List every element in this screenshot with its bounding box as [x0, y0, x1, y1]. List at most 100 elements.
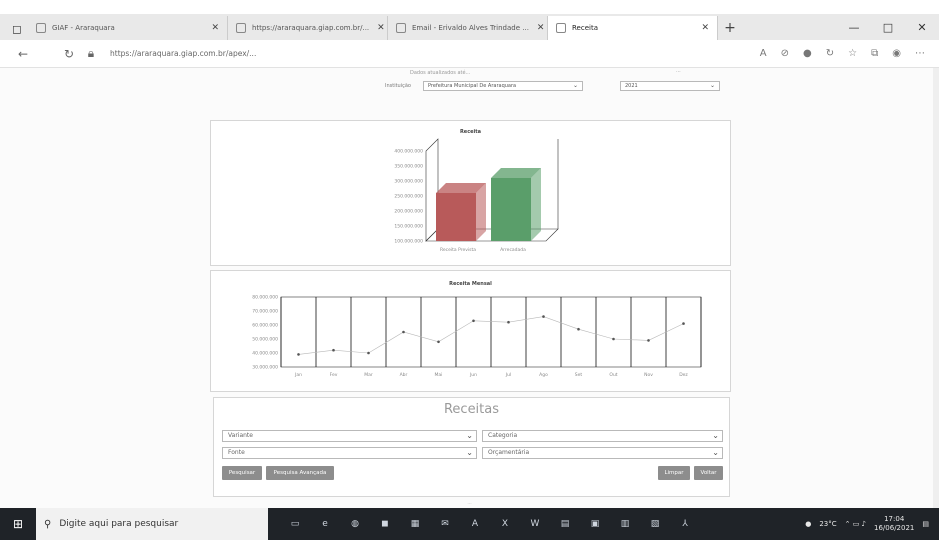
pesquisar-button[interactable]: Pesquisar — [222, 466, 262, 480]
y-tick-label: 70.000.000 — [252, 309, 278, 315]
fonte-select[interactable]: Fonte ⌄ — [222, 447, 477, 459]
select-value: Variante — [228, 432, 253, 439]
month-label: Jul — [505, 372, 511, 378]
page-icon — [36, 23, 46, 33]
chevron-down-icon: ⌄ — [712, 448, 719, 457]
app-icon[interactable]: ▧ — [646, 515, 664, 533]
select-value: Orçamentária — [488, 449, 530, 456]
y-tick-label: 350.000.000 — [394, 164, 423, 170]
read-aloud-icon[interactable]: A — [760, 48, 767, 59]
address-bar: ← ↻ 🔒︎ https://araraquara.giap.com.br/ap… — [0, 40, 939, 68]
tab-url[interactable]: https://araraquara.giap.com.br/... ✕ — [228, 16, 388, 40]
excel-icon[interactable]: X — [496, 515, 514, 533]
app-icon[interactable]: ⅄ — [676, 515, 694, 533]
y-tick-label: 50.000.000 — [252, 337, 278, 343]
maximize-button[interactable]: □ — [871, 21, 905, 34]
month-label: Dez — [679, 372, 688, 378]
limpar-button[interactable]: Limpar — [658, 466, 690, 480]
instituicao-value: Prefeitura Municipal De Araraquara — [428, 83, 517, 89]
search-icon: ⚲ — [44, 518, 52, 530]
close-tab-icon[interactable]: ✕ — [369, 23, 385, 33]
browser-tab-bar: ◻ GIAF - Araraquara ✕ https://araraquara… — [0, 14, 939, 40]
categoria-select[interactable]: Categoria ⌄ — [482, 430, 723, 442]
close-window-button[interactable]: ✕ — [905, 21, 939, 34]
voltar-button[interactable]: Voltar — [694, 466, 723, 480]
mail-icon[interactable]: ✉ — [436, 515, 454, 533]
data-point — [542, 315, 545, 318]
app-icon[interactable]: ▦ — [406, 515, 424, 533]
tracking-icon[interactable]: ⊘ — [781, 48, 789, 59]
variante-select[interactable]: Variante ⌄ — [222, 430, 477, 442]
close-tab-icon[interactable]: ✕ — [203, 23, 219, 33]
page-icon — [236, 23, 246, 33]
toolbar-icons: A ⊘ ● ↻ ☆ ⧉ ◉ ⋯ — [760, 48, 939, 59]
y-tick-label: 250.000.000 — [394, 194, 423, 200]
extension-icon[interactable]: ● — [803, 48, 812, 59]
y-tick-label: 150.000.000 — [394, 224, 423, 230]
tab-title: Receita — [572, 24, 598, 32]
taskbar-apps: ▭ e ◍ ◼ ▦ ✉ A X W ▤ ▣ ▥ ▧ ⅄ — [286, 515, 694, 533]
refresh-page-icon[interactable]: ↻ — [826, 48, 834, 59]
month-label: Mar — [364, 372, 373, 378]
refresh-icon[interactable]: ↻ — [58, 47, 80, 61]
pesquisa-avancada-button[interactable]: Pesquisa Avançada — [266, 466, 334, 480]
collections-icon[interactable]: ⧉ — [871, 48, 878, 59]
tab-email[interactable]: Email - Erivaldo Alves Trindade ... ✕ — [388, 16, 548, 40]
chevron-down-icon: ⌄ — [712, 431, 719, 440]
mail-icon — [396, 23, 406, 33]
data-point — [332, 348, 335, 352]
chevron-down-icon: ⌄ — [709, 82, 715, 89]
new-tab-button[interactable]: + — [718, 16, 742, 40]
minimize-button[interactable]: — — [837, 21, 871, 34]
taskbar-search[interactable]: ⚲ Digite aqui para pesquisar — [36, 508, 268, 540]
data-point — [612, 337, 615, 341]
close-tab-icon[interactable]: ✕ — [529, 23, 545, 33]
data-point — [437, 340, 440, 344]
app-icon[interactable]: ▤ — [556, 515, 574, 533]
y-tick-label: 300.000.000 — [394, 179, 423, 185]
app-icon[interactable]: A — [466, 515, 484, 533]
ano-select[interactable]: 2021 ⌄ — [620, 81, 720, 91]
close-tab-icon[interactable]: ✕ — [693, 23, 709, 33]
x-tick-label: Receita Prevista — [440, 247, 476, 253]
scrollbar[interactable] — [933, 68, 939, 508]
data-point — [402, 330, 405, 334]
month-label: Set — [575, 372, 583, 378]
data-point — [297, 353, 300, 356]
ano-value: 2021 — [625, 83, 638, 89]
tab-actions-icon[interactable]: ◻ — [6, 18, 28, 40]
profile-icon[interactable]: ◉ — [892, 48, 901, 59]
filters-title: Receitas — [443, 402, 500, 417]
lock-icon: 🔒︎ — [87, 46, 95, 60]
app-icon[interactable]: ▣ — [586, 515, 604, 533]
receita-chart-panel: Receita 400.000.000 350.000.000 300.000.00… — [210, 120, 731, 266]
top-caption: Dados atualizados até... — [410, 70, 471, 76]
receita-chart: 400.000.000 350.000.000 300.000.000 250.000… — [394, 138, 559, 253]
app-icon[interactable]: ◼ — [376, 515, 394, 533]
receita-mensal-panel: Receita Mensal 80.000.000 70.000.000 60.00… — [210, 270, 731, 392]
month-label: Nov — [644, 372, 653, 378]
notifications-icon[interactable]: ▤ — [922, 520, 929, 528]
filters-panel: Receitas Variante ⌄ Categoria ⌄ Fonte ⌄ … — [213, 397, 730, 497]
instituicao-select[interactable]: Prefeitura Municipal De Araraquara ⌄ — [423, 81, 583, 91]
edge-icon[interactable]: e — [316, 515, 334, 533]
y-tick-label: 200.000.000 — [394, 209, 423, 215]
page: Dados atualizados até... Instituição Pre… — [0, 68, 939, 508]
tray-icons[interactable]: ⌃ ▭ ♪ — [845, 520, 866, 528]
chrome-icon[interactable]: ◍ — [346, 515, 364, 533]
taskbar: ⊞ ⚲ Digite aqui para pesquisar ▭ e ◍ ◼ ▦… — [0, 508, 939, 540]
url-field[interactable]: https://araraquara.giap.com.br/apex/... — [110, 49, 630, 58]
favorites-icon[interactable]: ☆ — [848, 48, 857, 59]
temperature: 23°C — [819, 520, 837, 528]
tab-receita[interactable]: Receita ✕ — [548, 16, 718, 40]
task-view-icon[interactable]: ▭ — [286, 515, 304, 533]
back-icon[interactable]: ← — [12, 47, 34, 61]
orcamentaria-select[interactable]: Orçamentária ⌄ — [482, 447, 723, 459]
chevron-down-icon: ⌄ — [572, 82, 578, 89]
top-filters: Dados atualizados até... Instituição Pre… — [280, 68, 740, 98]
word-icon[interactable]: W — [526, 515, 544, 533]
tab-giaf[interactable]: GIAF - Araraquara ✕ — [28, 16, 228, 40]
more-icon[interactable]: ⋯ — [915, 48, 925, 59]
app-icon[interactable]: ▥ — [616, 515, 634, 533]
windows-start-icon[interactable]: ⊞ — [0, 508, 36, 540]
